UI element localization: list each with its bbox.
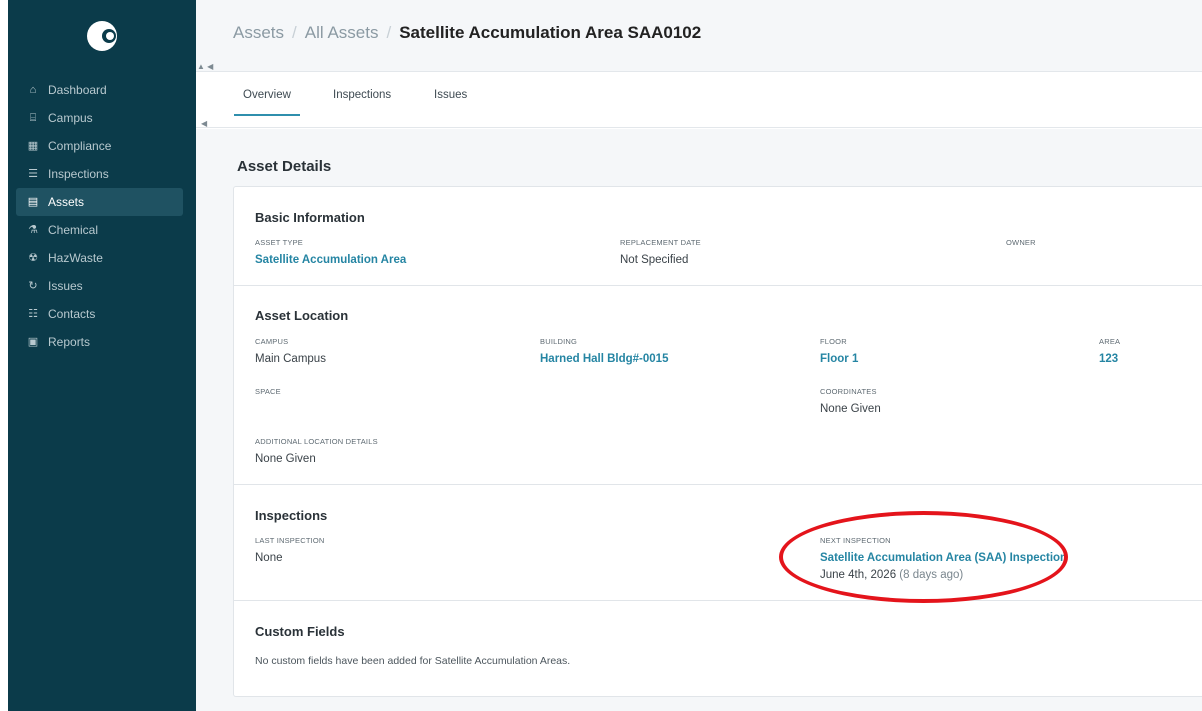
checklist-icon: ☰ [28,167,38,180]
coordinates-field: COORDINATES None Given [820,387,881,415]
sidebar-item-label: Issues [48,279,83,293]
field-label: ASSET TYPE [255,238,303,247]
sidebar-item-dashboard[interactable]: ⌂ Dashboard [16,76,183,104]
sidebar-nav: ⌂ Dashboard ⌸ Campus ▦ Compliance ☰ Inspections… [8,76,196,356]
sidebar-item-label: Campus [48,111,93,125]
field-value: None Given [820,403,881,415]
floor-field: FLOOR Floor 1 [820,337,858,365]
sidebar-item-compliance[interactable]: ▦ Compliance [16,132,183,160]
calendar-icon: ▦ [27,139,39,152]
custom-fields-note: No custom fields have been added for Sat… [255,655,571,667]
field-value: None [255,552,283,564]
next-inspection-field: NEXT INSPECTION Satellite Accumulation A… [820,536,1067,581]
next-inspection-relative: (8 days ago) [899,569,964,581]
section-heading: Basic Information [255,210,365,225]
sidebar-item-hazwaste[interactable]: ☢ HazWaste [16,244,183,272]
sidebar-item-label: Dashboard [48,83,107,97]
logo-area [8,0,196,72]
section-heading: Inspections [255,508,328,523]
field-value: Not Specified [620,254,689,266]
breadcrumb-separator: / [292,23,297,42]
breadcrumb-separator: / [386,23,392,42]
report-icon: ▣ [27,335,39,348]
contacts-icon: ☷ [28,307,38,320]
replacement-date-field: REPLACEMENT DATE Not Specified [620,238,701,266]
breadcrumb-all-assets[interactable]: All Assets [305,23,379,42]
collapse-arrow-icon[interactable]: ◀ [201,119,207,128]
field-label: CAMPUS [255,337,289,346]
field-value: Main Campus [255,353,326,365]
breadcrumb: Assets / All Assets / Satellite Accumulation… [233,23,701,43]
sidebar-item-label: Contacts [48,307,96,321]
page-title: Satellite Accumulation Area SAA0102 [399,23,702,42]
asset-type-link[interactable]: Satellite Accumulation Area [255,254,406,266]
home-icon: ⌂ [29,83,37,96]
hazard-icon: ☢ [28,251,38,264]
collapse-toggle-icon[interactable]: ▲ ◀ [197,62,213,71]
tab-inspections[interactable]: Inspections [333,89,391,101]
asset-type-field: ASSET TYPE Satellite Accumulation Area [255,238,406,266]
area-field: AREA 123 [1099,337,1120,365]
top-header: Assets / All Assets / Satellite Accumulation… [196,0,1202,72]
next-inspection-date-text: June 4th, 2026 [820,569,897,581]
section-heading: Custom Fields [255,624,345,639]
sidebar-item-label: Chemical [48,223,99,237]
tab-overview[interactable]: Overview [234,89,300,116]
campus-field: CAMPUS Main Campus [255,337,326,365]
next-inspection-date: June 4th, 2026 (8 days ago) [820,569,1067,581]
owner-field: OWNER [1006,238,1036,247]
next-inspection-link[interactable]: Satellite Accumulation Area (SAA) Inspec… [820,552,1067,564]
sidebar-item-issues[interactable]: ↻ Issues [16,272,183,300]
crescent-logo-icon[interactable] [87,21,117,51]
field-label: REPLACEMENT DATE [620,238,701,247]
sidebar-item-label: HazWaste [48,251,103,265]
field-value: None Given [255,453,316,465]
field-label: FLOOR [820,337,847,346]
asset-location-section: Asset Location CAMPUS Main Campus BUILDI… [234,286,1202,485]
sidebar-item-reports[interactable]: ▣ Reports [16,328,183,356]
refresh-icon: ↻ [28,279,38,292]
field-label: LAST INSPECTION [255,536,325,545]
breadcrumb-assets[interactable]: Assets [233,23,284,42]
sidebar-item-label: Reports [48,335,91,349]
sidebar-item-label: Assets [48,195,85,209]
asset-details-card: Basic Information ASSET TYPE Satellite A… [233,186,1202,697]
inspections-section: Inspections LAST INSPECTION None NEXT IN… [234,485,1202,601]
field-label: SPACE [255,387,281,396]
sidebar-item-assets[interactable]: ▤ Assets [16,188,183,216]
field-label: ADDITIONAL LOCATION DETAILS [255,437,378,446]
flask-icon: ⚗ [28,223,38,236]
tab-bar: ◀ Overview Inspections Issues [196,72,1202,128]
sidebar-item-contacts[interactable]: ☷ Contacts [16,300,183,328]
building-link[interactable]: Harned Hall Bldg#-0015 [540,353,668,365]
sidebar-item-label: Inspections [48,167,109,181]
section-heading: Asset Location [255,308,349,323]
assets-icon: ▤ [27,195,39,208]
custom-fields-section: Custom Fields No custom fields have been… [234,601,1202,697]
section-title: Asset Details [237,158,332,175]
floor-link[interactable]: Floor 1 [820,353,858,365]
sidebar-item-campus[interactable]: ⌸ Campus [16,104,183,132]
sidebar-item-chemical[interactable]: ⚗ Chemical [16,216,183,244]
field-label: AREA [1099,337,1121,346]
building-field: BUILDING Harned Hall Bldg#-0015 [540,337,668,365]
field-label: BUILDING [540,337,578,346]
field-label: NEXT INSPECTION [820,536,891,545]
sidebar-item-inspections[interactable]: ☰ Inspections [16,160,183,188]
campus-icon: ⌸ [29,111,37,124]
area-link[interactable]: 123 [1099,353,1120,365]
sidebar: ⌂ Dashboard ⌸ Campus ▦ Compliance ☰ Inspections… [8,0,196,711]
main-content: Asset Details Basic Information ASSET TY… [196,129,1202,711]
field-label: OWNER [1006,238,1036,247]
space-field: SPACE [255,387,281,396]
tab-issues[interactable]: Issues [434,89,467,101]
sidebar-item-label: Compliance [48,139,112,153]
field-label: COORDINATES [820,387,877,396]
basic-information-section: Basic Information ASSET TYPE Satellite A… [234,187,1202,286]
last-inspection-field: LAST INSPECTION None [255,536,325,564]
additional-location-field: ADDITIONAL LOCATION DETAILS None Given [255,437,378,465]
